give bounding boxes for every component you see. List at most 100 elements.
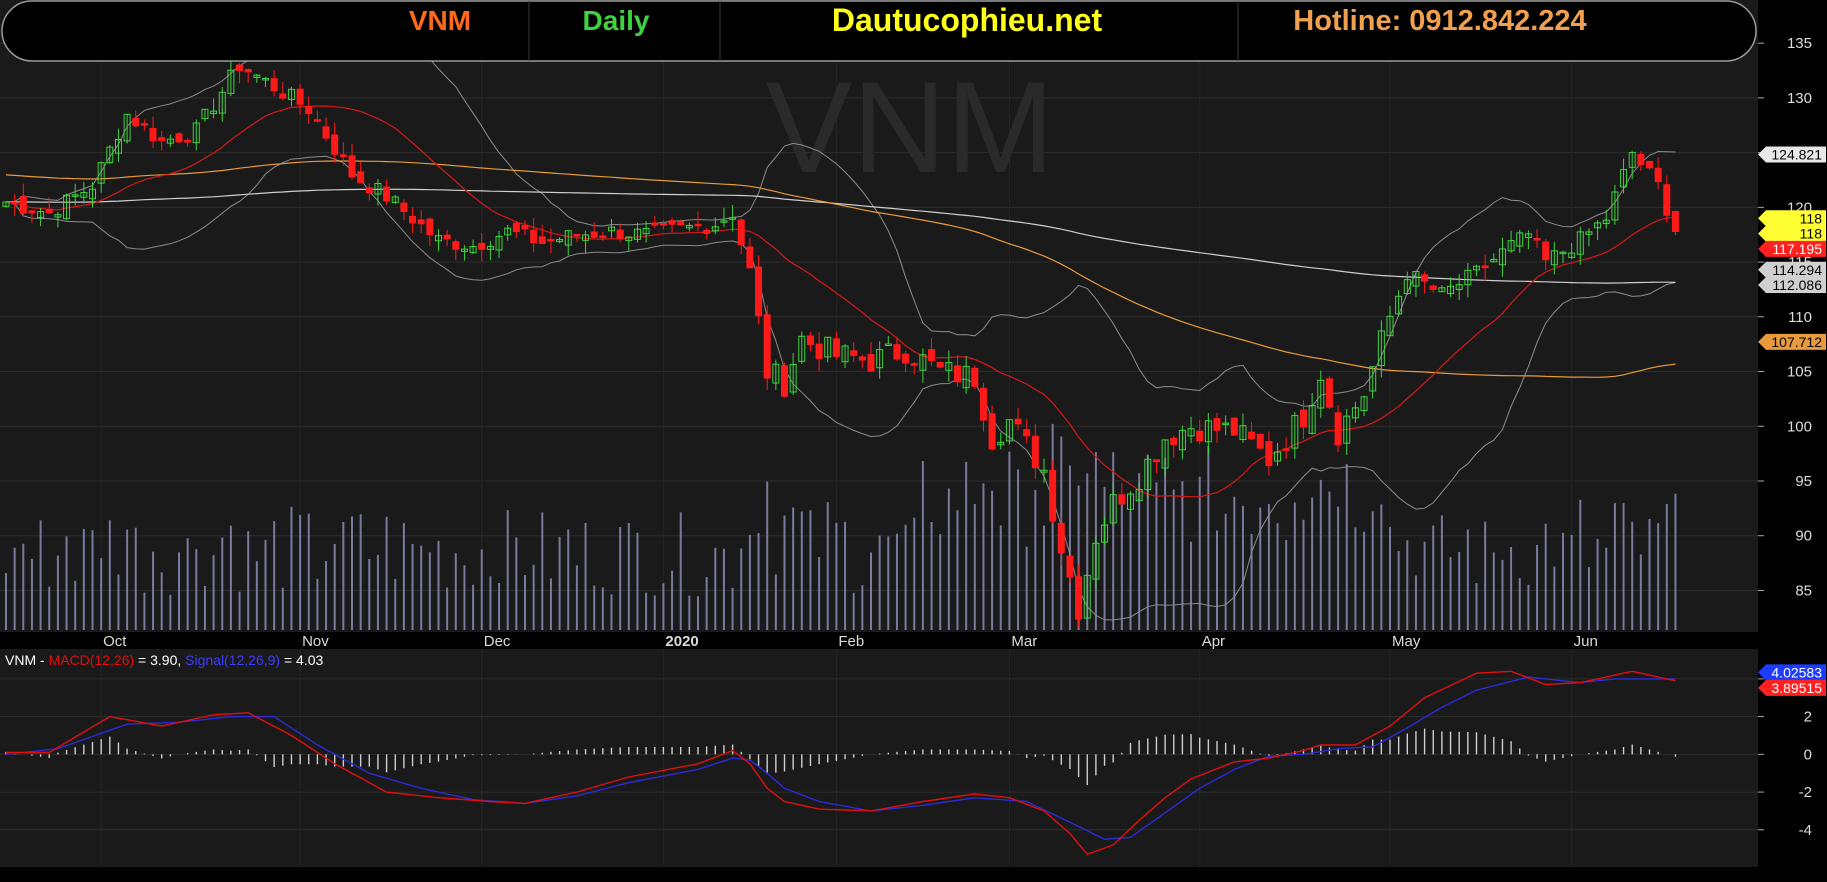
price-label-text: 118 [1800,226,1823,242]
candle-body [1075,576,1083,620]
candle-body [1256,433,1264,449]
macd-legend-symbol: VNM - [5,652,49,668]
candle-body [417,219,425,225]
price-tick-label: 130 [1787,90,1812,107]
candle-body [1023,429,1031,437]
price-label-text: 114.294 [1772,262,1822,278]
candle-body [184,140,192,143]
candle-body [954,365,961,383]
macd-legend: VNM - MACD(12,26) = 3.90, Signal(12,26,9… [5,652,324,668]
date-tick-label: May [1392,633,1421,650]
candle-body [45,208,53,214]
candle-body [1282,448,1290,451]
price-label: 107.712 [1758,333,1826,350]
candle-body [1057,522,1065,554]
macd-panel-bg [0,649,1758,867]
candle-body [1542,241,1550,261]
candle-body [668,220,676,225]
candle-body [1031,435,1039,469]
candle-body [149,127,157,142]
candle-body [755,266,763,317]
candle-body [270,78,278,92]
price-tick-label: 105 [1787,364,1812,381]
candle-body [313,119,321,122]
macd-value-label: 4.02583 [1758,664,1826,681]
price-tick-label: 90 [1795,528,1812,545]
macd-tick-label: 0 [1804,746,1812,763]
watermark: VNM [766,54,1055,200]
candle-body [971,367,979,387]
hotline: Hotline: 0912.842.224 [1293,5,1586,37]
candle-body [296,88,304,105]
candle-body [409,215,417,224]
price-label: 118 [1758,210,1826,227]
candle-body [521,225,529,230]
candle-body [979,387,987,421]
site-name: Dautucophieu.net [832,2,1103,38]
date-axis-bg [0,632,1758,649]
candle-body [244,69,252,73]
candle-body [1300,409,1307,428]
price-label: 124.821 [1758,146,1826,163]
price-tick-label: 110 [1788,309,1812,326]
macd-tick-label: 2 [1804,709,1812,726]
date-tick-label: Oct [103,633,127,650]
candle-body [28,210,36,214]
candle-body [659,223,667,226]
candle-body [1152,459,1160,463]
price-label: 114.294 [1758,261,1826,278]
price-tick-label: 135 [1787,35,1812,52]
candle-body [1646,160,1653,169]
price-tick-label: 100 [1787,418,1812,435]
candle-body [1066,555,1074,578]
candle-body [538,236,546,244]
candle-body [1265,441,1273,467]
candle-body [703,229,711,234]
price-label-text: 118 [1800,210,1823,226]
candle-body [140,123,148,126]
price-label: 117.195 [1758,240,1826,257]
price-label-text: 124.821 [1771,147,1822,163]
candle-body [443,234,451,240]
candle-body [383,186,391,202]
candle-body [694,223,702,227]
candle-body [1663,184,1671,216]
candle-body [677,221,685,226]
candle-body [305,106,313,114]
macd-value-text: 4.02583 [1771,664,1822,680]
price-label-text: 112.086 [1772,277,1822,293]
candle-body [331,134,339,155]
macd-tick-label: -2 [1799,784,1812,801]
candle-body [1325,378,1333,408]
date-tick-label: Feb [838,633,864,650]
candle-body [737,219,745,246]
candle-body [1637,153,1645,166]
candle-body [867,354,875,372]
date-tick-label: Apr [1202,633,1225,650]
candle-body [175,133,183,143]
candle-body [1196,430,1204,442]
candle-body [850,350,858,356]
right-axis-bg [1758,0,1827,882]
candle-body [1248,431,1256,440]
candle-body [365,187,373,194]
candle-body [893,344,901,360]
candle-body [651,222,659,226]
candle-body [858,356,866,361]
candle-body [1170,437,1178,446]
candle-body [1213,418,1221,431]
signal-legend-value: = 4.03 [280,652,323,668]
candle-body [322,126,330,139]
candle-body [452,241,460,250]
candle-body [530,229,538,244]
candle-body [1654,167,1662,183]
candle-body [11,201,19,205]
candle-body [1049,469,1057,522]
candle-body [132,117,140,127]
candle-body [158,137,166,142]
candle-body [236,64,244,71]
candle-body [746,246,754,269]
price-tick-label: 85 [1795,582,1812,599]
date-tick-label: 2020 [665,633,698,650]
candle-body [763,314,771,379]
